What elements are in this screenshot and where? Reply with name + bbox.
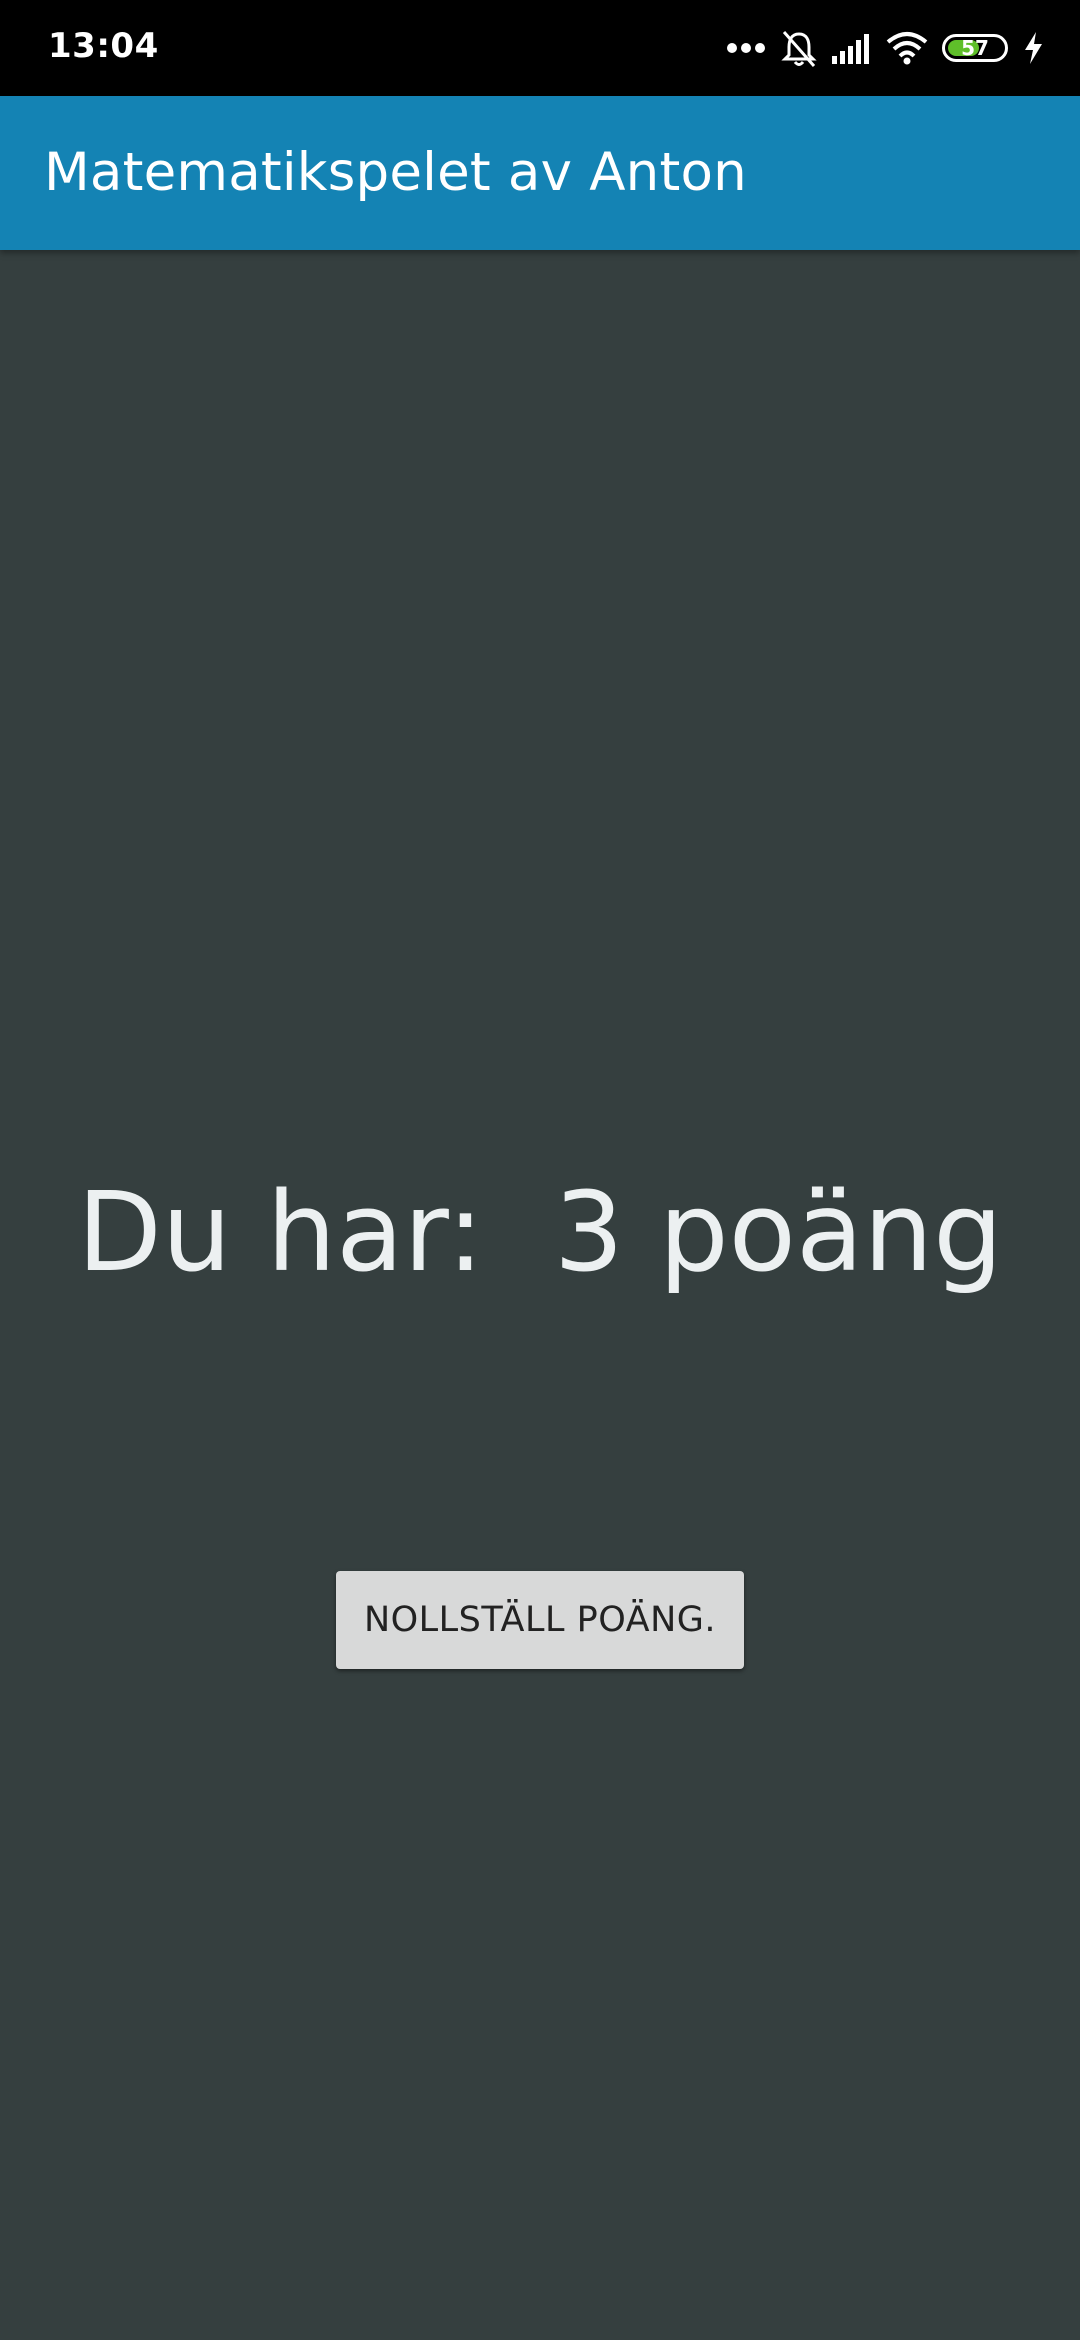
status-bar: 13:04 57 [0,0,1080,96]
app-bar: Matematikspelet av Anton [0,96,1080,250]
battery-level: 57 [961,36,989,60]
score-text: Du har: 3 poäng [77,1168,1003,1296]
reset-score-button[interactable]: NOLLSTÄLL POÄNG. [336,1571,744,1669]
app-title: Matematikspelet av Anton [44,142,747,203]
status-icons: 57 [712,24,1044,72]
status-time: 13:04 [48,26,159,66]
signal-icon [832,32,872,64]
more-dots-icon [726,42,766,54]
muted-bell-icon [780,28,818,68]
wifi-icon [886,31,928,65]
main-content: Du har: 3 poäng NOLLSTÄLL POÄNG. [0,250,1080,2340]
battery-icon: 57 [942,34,1008,62]
charging-icon [1022,31,1044,65]
